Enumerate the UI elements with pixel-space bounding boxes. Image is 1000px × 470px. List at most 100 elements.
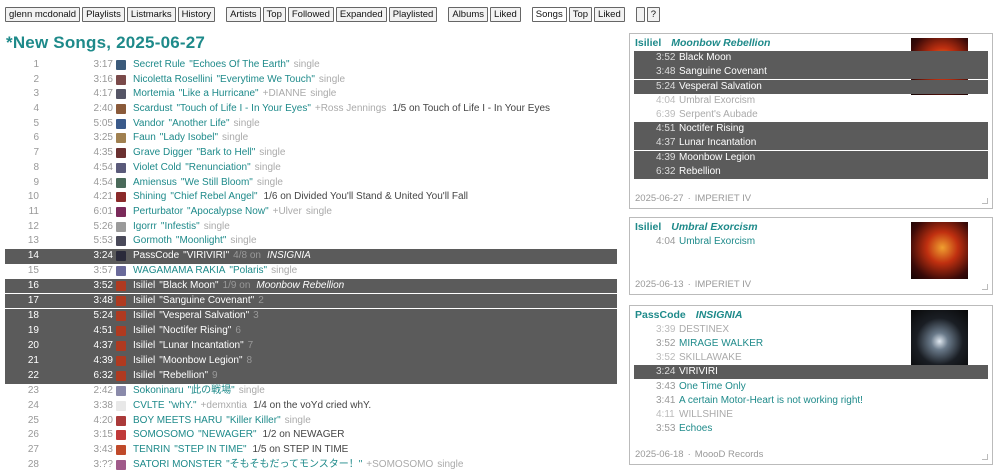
song-title-link[interactable]: "Black Moon" xyxy=(159,280,218,291)
card-track-row[interactable]: 5:24 Vesperal Salvation xyxy=(634,79,988,94)
album-thumbnail[interactable] xyxy=(116,295,126,306)
song-row[interactable]: 24 3:38 CVLTE "whY." +demxntia 1/4 on the voY… xyxy=(5,399,617,414)
song-title-link[interactable]: "此の戦場" xyxy=(188,385,235,396)
song-row[interactable]: 1 3:17 Secret Rule "Echoes Of The Earth" sin… xyxy=(5,58,617,73)
artist-link[interactable]: Scardust xyxy=(133,103,172,114)
album-thumbnail[interactable] xyxy=(116,74,126,85)
song-row[interactable]: 4 2:40 Scardust "Touch of Life I - In Your … xyxy=(5,102,617,117)
song-title-link[interactable]: "Chief Rebel Angel" xyxy=(170,191,257,202)
card-track-row[interactable]: 4:11 WILLSHINE xyxy=(634,408,988,422)
song-row[interactable]: 15 3:57 WAGAMAMA RAKIA "Polaris" single xyxy=(5,264,617,279)
release-info[interactable]: INSIGNIA xyxy=(267,250,311,261)
song-title-link[interactable]: "Echoes Of The Earth" xyxy=(189,59,289,70)
card-track-title[interactable]: Lunar Incantation xyxy=(679,137,756,148)
artist-link[interactable]: Gormoth xyxy=(133,235,172,246)
song-title-link[interactable]: "Everytime We Touch" xyxy=(216,74,314,85)
user-button[interactable]: glenn mcdonald xyxy=(5,6,81,22)
artists-button[interactable]: Artists xyxy=(226,6,261,22)
card-album-link[interactable]: Umbral Exorcism xyxy=(671,221,757,233)
album-thumbnail[interactable] xyxy=(116,148,126,159)
featured-artist[interactable]: +Ross Jennings xyxy=(315,103,386,114)
playlists-button[interactable]: Playlists xyxy=(82,6,125,22)
card-track-row[interactable]: 3:48 Sanguine Covenant xyxy=(634,65,988,80)
card-track-title[interactable]: VIRIVIRI xyxy=(679,366,718,377)
card-album-link[interactable]: Moonbow Rebellion xyxy=(671,37,770,49)
card-track-title[interactable]: Sanguine Covenant xyxy=(679,66,767,77)
artist-link[interactable]: Faun xyxy=(133,132,156,143)
album-thumbnail[interactable] xyxy=(116,266,126,277)
songs-top-button[interactable]: Top xyxy=(568,6,593,22)
artist-link[interactable]: Isiliel xyxy=(133,295,155,306)
release-info[interactable]: 1/2 on NEWAGER xyxy=(263,429,345,440)
song-title-link[interactable]: "whY." xyxy=(169,400,197,411)
artist-link[interactable]: SOMOSOMO xyxy=(133,429,194,440)
artist-link[interactable]: CVLTE xyxy=(133,400,165,411)
release-info[interactable]: 1/4 on the voYd cried whY. xyxy=(253,400,371,411)
followed-button[interactable]: Followed xyxy=(287,6,334,22)
album-thumbnail[interactable] xyxy=(116,192,126,203)
song-row[interactable]: 2 3:16 Nicoletta Rosellini "Everytime We To… xyxy=(5,73,617,88)
card-track-title[interactable]: Echoes xyxy=(679,423,712,434)
song-title-link[interactable]: "Vesperal Salvation" xyxy=(159,310,249,321)
song-row[interactable]: 23 2:42 Sokoninaru "此の戦場" single xyxy=(5,384,617,399)
card-track-row[interactable]: 4:39 Moonbow Legion xyxy=(634,150,988,165)
album-thumbnail[interactable] xyxy=(116,459,126,470)
album-thumbnail[interactable] xyxy=(116,118,126,129)
artist-link[interactable]: Violet Cold xyxy=(133,162,181,173)
song-row[interactable]: 5 5:05 Vandor "Another Life" single xyxy=(5,117,617,132)
expanded-button[interactable]: Expanded xyxy=(335,6,387,22)
song-row[interactable]: 25 4:20 BOY MEETS HARU "Killer Killer" singl… xyxy=(5,414,617,429)
card-track-title[interactable]: Umbral Exorcism xyxy=(679,95,755,106)
artist-link[interactable]: Shining xyxy=(133,191,166,202)
song-row[interactable]: 20 4:37 Isiliel "Lunar Incantation" 7 xyxy=(5,339,617,354)
song-row[interactable]: 26 3:15 SOMOSOMO "NEWAGER" 1/2 on NEWAGER xyxy=(5,428,617,443)
songs-button[interactable]: Songs xyxy=(531,6,567,22)
song-title-link[interactable]: "Lunar Incantation" xyxy=(159,340,243,351)
song-title-link[interactable]: "そもそもだってモンスター！" xyxy=(226,459,362,470)
blank-button[interactable] xyxy=(635,6,645,22)
card-track-row[interactable]: 3:43 One Time Only xyxy=(634,380,988,394)
album-thumbnail[interactable] xyxy=(116,415,126,426)
featured-artist[interactable]: +DIANNE xyxy=(263,88,307,99)
song-row[interactable]: 6 3:25 Faun "Lady Isobel" single xyxy=(5,131,617,146)
song-row[interactable]: 17 3:48 Isiliel "Sanguine Covenant" 2 xyxy=(5,293,617,309)
card-track-title[interactable]: Noctifer Rising xyxy=(679,123,744,134)
card-track-title[interactable]: A certain Motor-Heart is not working rig… xyxy=(679,395,863,406)
song-row[interactable]: 12 5:26 Igorrr "Infestis" single xyxy=(5,220,617,235)
artist-link[interactable]: Sokoninaru xyxy=(133,385,184,396)
album-thumbnail[interactable] xyxy=(116,341,126,352)
song-row[interactable]: 3 4:17 Mortemia "Like a Hurricane" +DIANNE si… xyxy=(5,87,617,102)
artist-link[interactable]: Vandor xyxy=(133,118,165,129)
album-thumbnail[interactable] xyxy=(116,310,126,321)
card-artist-link[interactable]: PassCode xyxy=(635,309,686,321)
card-track-row[interactable]: 6:39 Serpent's Aubade xyxy=(634,108,988,122)
album-thumbnail[interactable] xyxy=(116,221,126,232)
album-thumbnail[interactable] xyxy=(116,206,126,217)
album-thumbnail[interactable] xyxy=(116,236,126,247)
artist-link[interactable]: SATORI MONSTER xyxy=(133,459,222,470)
song-title-link[interactable]: "NEWAGER" xyxy=(198,429,256,440)
history-button[interactable]: History xyxy=(177,6,216,22)
song-title-link[interactable]: "Killer Killer" xyxy=(226,415,280,426)
release-info[interactable]: Moonbow Rebellion xyxy=(256,280,344,291)
song-title-link[interactable]: "VIRIVIRI" xyxy=(183,250,229,261)
card-track-title[interactable]: Moonbow Legion xyxy=(679,152,755,163)
artist-link[interactable]: Isiliel xyxy=(133,370,155,381)
album-thumbnail[interactable] xyxy=(116,371,126,382)
song-title-link[interactable]: "Polaris" xyxy=(229,265,267,276)
card-track-row[interactable]: 3:24 VIRIVIRI xyxy=(634,365,988,380)
song-title-link[interactable]: "Another Life" xyxy=(169,118,230,129)
album-thumbnail[interactable] xyxy=(116,162,126,173)
album-thumbnail[interactable] xyxy=(116,280,126,291)
artist-link[interactable]: Isiliel xyxy=(133,340,155,351)
release-info[interactable]: 1/6 on Divided You'll Stand & United You… xyxy=(264,191,469,202)
card-track-title[interactable]: DESTINEX xyxy=(679,324,729,335)
album-thumbnail[interactable] xyxy=(116,386,126,397)
song-title-link[interactable]: "Infestis" xyxy=(161,221,200,232)
featured-artist[interactable]: +SOMOSOMO xyxy=(366,459,433,470)
artist-link[interactable]: Perturbator xyxy=(133,206,183,217)
release-info[interactable]: 1/5 on Touch of Life I - In Your Eyes xyxy=(392,103,550,114)
song-row[interactable]: 21 4:39 Isiliel "Moonbow Legion" 8 xyxy=(5,354,617,369)
song-title-link[interactable]: "Rebellion" xyxy=(159,370,208,381)
listmarks-button[interactable]: Listmarks xyxy=(126,6,176,22)
